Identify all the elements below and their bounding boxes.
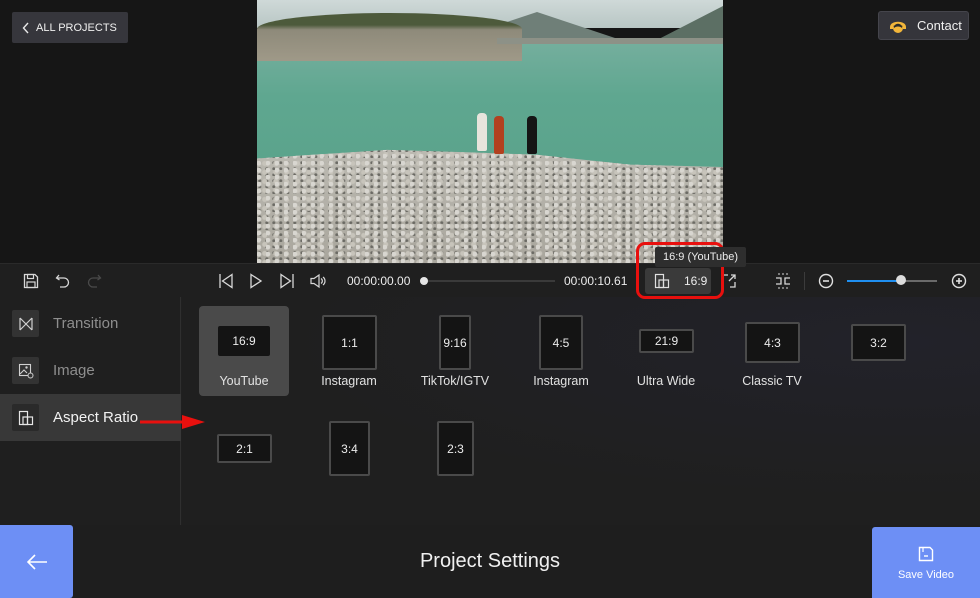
preview-area: ALL PROJECTS Contact <box>0 0 980 263</box>
ratio-option-3-4[interactable]: 3:4 <box>304 412 394 502</box>
ratio-option-3-2[interactable]: 3:2 <box>833 306 923 396</box>
ratio-preview: 16:9 <box>218 326 270 356</box>
ratio-option-16-9[interactable]: 16:9 YouTube <box>199 306 289 396</box>
skip-start-button[interactable] <box>216 271 236 291</box>
ratio-option-2-1[interactable]: 2:1 <box>199 412 289 502</box>
ratio-preview: 3:4 <box>329 421 370 476</box>
ratio-preview: 21:9 <box>639 329 694 353</box>
seek-bar[interactable] <box>420 280 555 282</box>
page-title: Project Settings <box>419 550 561 572</box>
ratio-preview: 9:16 <box>439 315 471 370</box>
ratio-option-9-16[interactable]: 9:16 TikTok/IGTV <box>410 306 500 396</box>
ratio-preview: 2:1 <box>217 434 272 463</box>
sidebar-item-label: Image <box>53 362 95 379</box>
ratio-preview: 2:3 <box>437 421 474 476</box>
save-video-button[interactable]: Save Video <box>872 527 980 598</box>
sidebar-item-transition[interactable]: Transition <box>0 300 181 347</box>
all-projects-button[interactable]: ALL PROJECTS <box>12 12 128 43</box>
play-button[interactable] <box>246 271 266 291</box>
ratio-preview: 3:2 <box>851 324 906 361</box>
seek-handle[interactable] <box>420 277 428 285</box>
app-root: ALL PROJECTS Contact 00:00:00.00 00:00:1… <box>0 0 980 598</box>
zoom-out-button[interactable] <box>816 271 836 291</box>
split-icon <box>776 273 790 289</box>
aspect-ratio-tooltip: 16:9 (YouTube) <box>655 247 747 267</box>
settings-sidebar: Transition Image Aspect Ratio <box>0 297 181 525</box>
ratio-option-1-1[interactable]: 1:1 Instagram <box>304 306 394 396</box>
save-icon <box>918 546 934 561</box>
footer-bar: Project Settings Save Video <box>0 525 980 598</box>
preview-person <box>494 116 504 154</box>
image-icon <box>12 357 39 384</box>
total-time: 00:00:10.61 <box>564 274 628 288</box>
sidebar-item-label: Aspect Ratio <box>53 409 139 426</box>
zoom-slider-fill <box>847 280 901 282</box>
preview-island <box>257 13 522 61</box>
sidebar-item-image[interactable]: Image <box>0 347 181 394</box>
ratio-preview: 4:3 <box>745 322 800 363</box>
expand-icon <box>722 274 736 288</box>
skip-end-button[interactable] <box>277 271 297 291</box>
ratio-option-4-3[interactable]: 4:3 Classic TV <box>727 306 817 396</box>
ratio-preview: 4:5 <box>539 315 583 370</box>
aspect-ratio-icon <box>12 404 39 431</box>
save-video-label: Save Video <box>897 568 955 581</box>
volume-button[interactable] <box>308 271 328 291</box>
redo-icon <box>87 274 102 288</box>
split-button[interactable] <box>773 271 793 291</box>
aspect-ratio-button[interactable]: 16:9 <box>645 268 711 294</box>
chevron-left-icon <box>22 22 29 33</box>
ratio-option-21-9[interactable]: 21:9 Ultra Wide <box>621 306 711 396</box>
redo-button[interactable] <box>84 271 104 291</box>
undo-button[interactable] <box>53 271 73 291</box>
save-project-button[interactable] <box>21 271 41 291</box>
annotation-arrow-icon <box>140 415 205 429</box>
zoom-in-icon <box>951 273 967 289</box>
zoom-out-icon <box>818 273 834 289</box>
aspect-ratio-grid: 16:9 YouTube 1:1 Instagram 9:16 TikTok/I… <box>182 297 980 525</box>
all-projects-label: ALL PROJECTS <box>36 21 117 34</box>
transition-icon <box>12 310 39 337</box>
toolbar-divider <box>804 272 805 290</box>
preview-person <box>477 113 487 151</box>
contact-button[interactable]: Contact <box>878 11 969 40</box>
fullscreen-button[interactable] <box>719 271 739 291</box>
preview-mountain <box>653 6 723 42</box>
support-avatar-icon <box>890 21 906 33</box>
ratio-preview: 1:1 <box>322 315 377 370</box>
current-time: 00:00:00.00 <box>347 274 411 288</box>
video-preview[interactable] <box>257 0 723 263</box>
aspect-ratio-value: 16:9 <box>684 274 708 288</box>
ratio-option-2-3[interactable]: 2:3 <box>410 412 500 502</box>
skip-start-icon <box>219 273 233 289</box>
zoom-slider-handle[interactable] <box>896 275 906 285</box>
preview-shore <box>497 38 723 44</box>
undo-icon <box>55 274 70 288</box>
player-toolbar: 00:00:00.00 00:00:10.61 16:9 <box>0 263 980 297</box>
ratio-option-4-5[interactable]: 4:5 Instagram <box>516 306 606 396</box>
settings-panel: Transition Image Aspect Ratio 16:9 YouTu… <box>0 297 980 525</box>
contact-label: Contact <box>917 18 962 33</box>
aspect-ratio-icon <box>654 273 670 289</box>
skip-end-icon <box>280 273 294 289</box>
save-icon <box>23 273 39 289</box>
volume-icon <box>310 273 326 289</box>
sidebar-item-label: Transition <box>53 315 119 332</box>
play-icon <box>250 273 263 289</box>
ratio-label: Classic TV <box>742 374 802 388</box>
preview-person <box>527 116 537 154</box>
zoom-in-button[interactable] <box>949 271 969 291</box>
